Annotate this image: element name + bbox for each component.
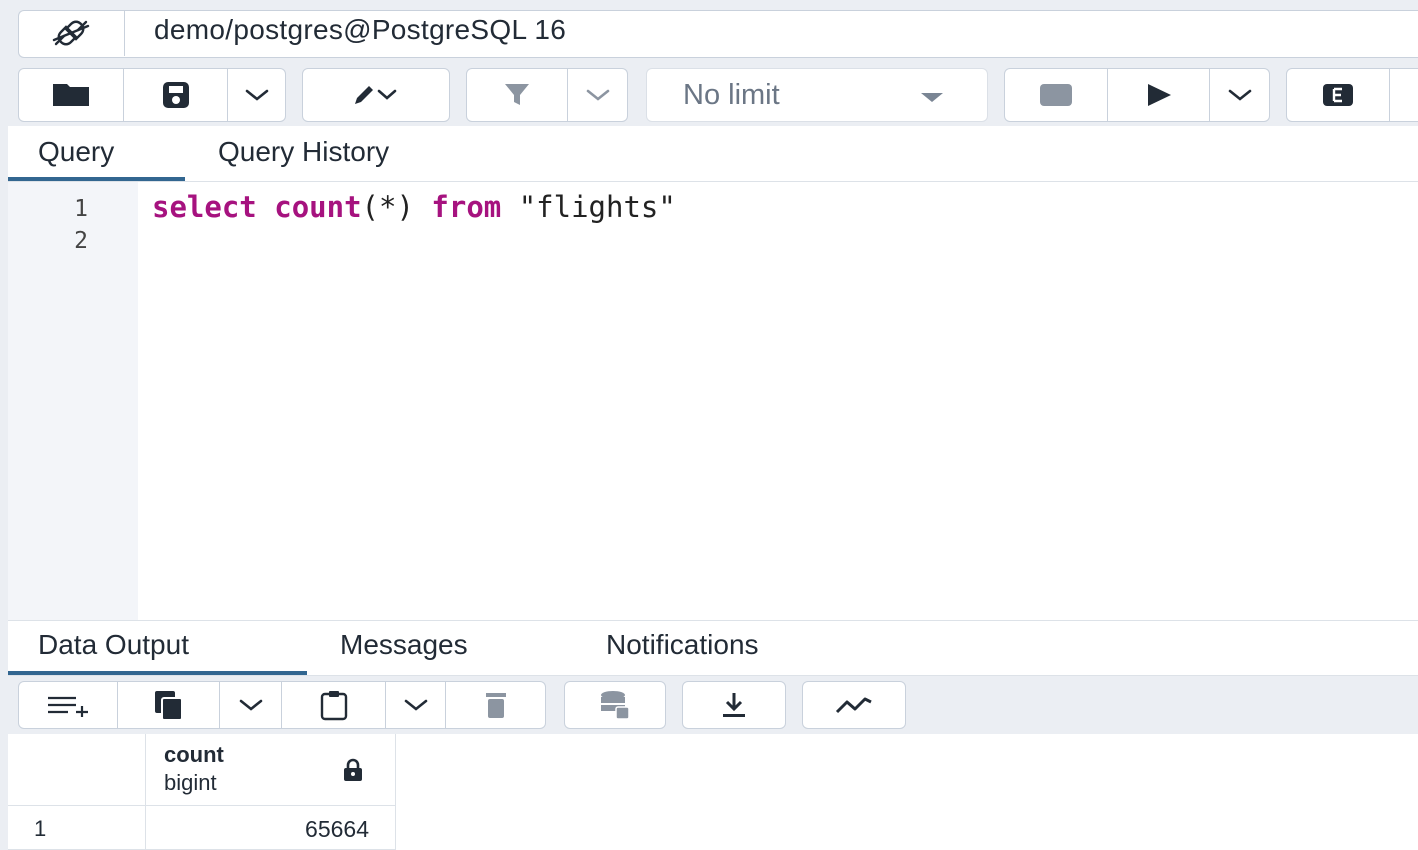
row-number: 1	[34, 816, 47, 841]
table-cell[interactable]: 65664	[146, 806, 396, 850]
grid-corner	[8, 734, 146, 806]
args-star: (*)	[361, 190, 414, 224]
chevron-down-icon	[1228, 89, 1251, 101]
open-file-button[interactable]	[18, 68, 124, 122]
active-tab-indicator	[8, 177, 185, 181]
save-button[interactable]	[124, 68, 228, 122]
folder-icon	[53, 84, 89, 106]
line-number: 1	[74, 196, 88, 222]
lock-icon	[344, 758, 362, 781]
download-icon	[723, 693, 745, 717]
caret-down-icon	[921, 93, 943, 102]
line-chart-icon	[835, 697, 872, 714]
database-save-icon	[601, 691, 630, 720]
filter-button[interactable]	[466, 68, 568, 122]
keyword-from: from	[431, 190, 502, 224]
explain-icon	[1323, 84, 1353, 106]
copy-icon	[154, 691, 183, 721]
output-tabs: Data Output Messages Notifications	[8, 620, 1418, 676]
connection-plug-icon[interactable]	[18, 10, 125, 56]
tab-messages[interactable]: Messages	[340, 629, 468, 661]
explain-button[interactable]	[1286, 68, 1390, 122]
row-limit-value: No limit	[683, 79, 780, 111]
save-data-button[interactable]	[564, 681, 666, 729]
chevron-down-icon	[586, 89, 609, 101]
save-icon	[162, 82, 189, 108]
clipboard-icon	[320, 691, 347, 721]
column-type: bigint	[164, 770, 217, 795]
tab-notifications[interactable]: Notifications	[606, 629, 759, 661]
chevron-down-icon	[245, 89, 268, 101]
trash-icon	[485, 693, 506, 718]
filter-options-button[interactable]	[568, 68, 628, 122]
play-icon	[1147, 84, 1171, 106]
save-options-button[interactable]	[228, 68, 286, 122]
row-limit-select[interactable]: No limit	[646, 68, 988, 122]
add-row-icon	[48, 696, 88, 717]
column-name: count	[164, 742, 224, 767]
keyword-select: select	[152, 190, 257, 224]
chevron-down-icon	[404, 699, 427, 711]
line-number: 2	[74, 228, 88, 254]
tab-data-output[interactable]: Data Output	[38, 629, 189, 661]
query-tabs: Query Query History	[8, 126, 1418, 182]
pencil-icon	[355, 86, 397, 104]
row-number-cell[interactable]: 1	[8, 806, 146, 850]
connection-label[interactable]: demo/postgres@PostgreSQL 16	[154, 14, 566, 46]
tab-query-history[interactable]: Query History	[218, 136, 389, 168]
copy-options-button[interactable]	[220, 681, 282, 729]
copy-button[interactable]	[118, 681, 220, 729]
execute-options-button[interactable]	[1210, 68, 1270, 122]
toolbar-overflow[interactable]	[1390, 68, 1418, 122]
sql-editor[interactable]: select count(*) from "flights"	[152, 190, 676, 224]
left-edge	[0, 0, 8, 850]
table-name: "flights"	[518, 190, 676, 224]
stop-icon	[1040, 84, 1072, 106]
column-header-count[interactable]: count bigint	[146, 734, 396, 806]
active-tab-indicator	[8, 671, 307, 675]
download-button[interactable]	[682, 681, 786, 729]
paste-options-button[interactable]	[386, 681, 446, 729]
edit-options-button[interactable]	[302, 68, 450, 122]
paste-button[interactable]	[282, 681, 386, 729]
add-row-button[interactable]	[18, 681, 118, 729]
line-number-gutter: 1 2	[8, 182, 138, 620]
graph-visualiser-button[interactable]	[802, 681, 906, 729]
filter-icon	[505, 84, 529, 105]
execute-button[interactable]	[1108, 68, 1210, 122]
delete-button[interactable]	[446, 681, 546, 729]
stop-button[interactable]	[1004, 68, 1108, 122]
tab-query[interactable]: Query	[38, 136, 114, 168]
cell-value: 65664	[305, 816, 369, 842]
function-count: count	[274, 190, 362, 224]
chevron-down-icon	[239, 699, 262, 711]
